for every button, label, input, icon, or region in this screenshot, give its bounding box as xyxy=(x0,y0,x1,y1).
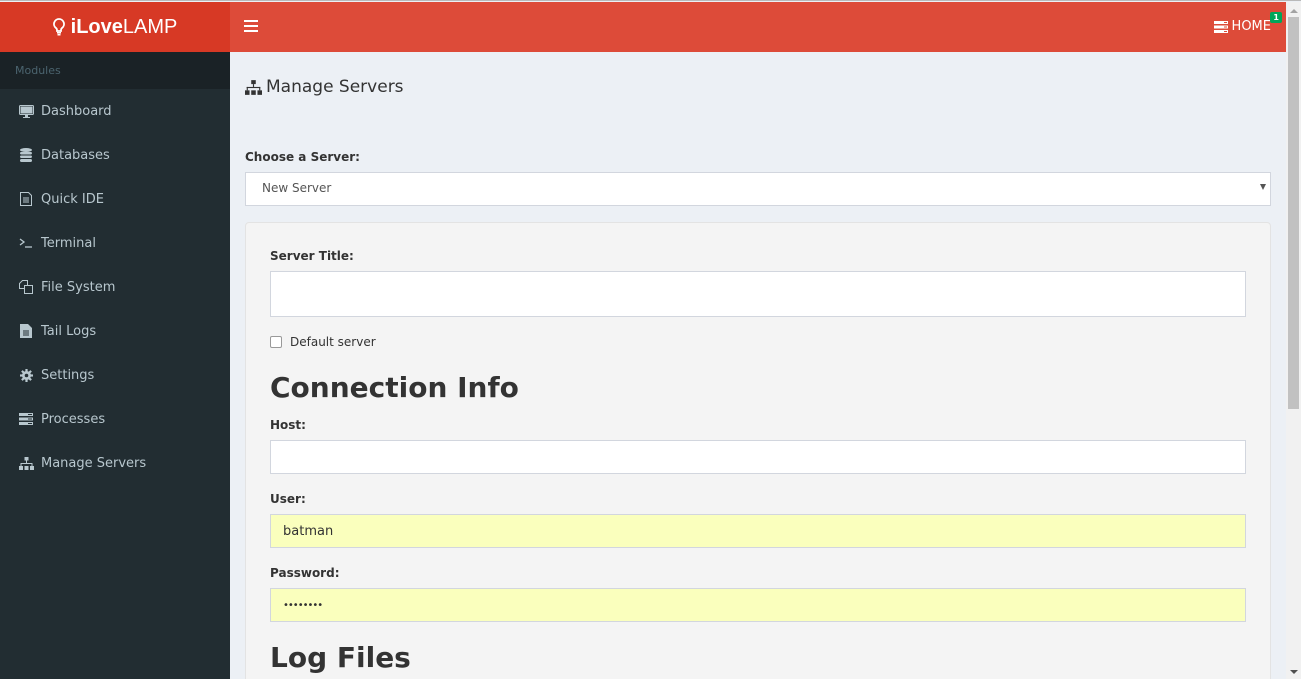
choose-server-label: Choose a Server: xyxy=(245,150,360,164)
home-link[interactable]: HOME xyxy=(1213,19,1271,34)
page-title: Manage Servers xyxy=(245,77,404,97)
sitemap-icon xyxy=(245,79,262,95)
app-logo[interactable]: iLove LAMP xyxy=(0,2,230,52)
sidebar-header: Modules xyxy=(0,52,230,89)
page-scrollbar[interactable] xyxy=(1286,2,1301,679)
sidebar-item-tail-logs[interactable]: Tail Logs xyxy=(0,309,230,353)
file-text-icon xyxy=(18,192,34,206)
sidebar-item-terminal[interactable]: Terminal xyxy=(0,221,230,265)
sidebar-item-label: Dashboard xyxy=(41,103,112,119)
log-files-heading: Log Files xyxy=(270,641,411,674)
server-icon xyxy=(18,412,34,426)
sidebar-item-label: Settings xyxy=(41,367,95,383)
server-select-value: New Server xyxy=(262,181,332,195)
database-icon xyxy=(18,148,34,162)
sidebar-item-manage-servers[interactable]: Manage Servers xyxy=(0,441,230,485)
desktop-icon xyxy=(18,104,34,118)
scroll-down-arrow-icon[interactable] xyxy=(1290,670,1298,674)
connection-info-heading: Connection Info xyxy=(270,371,519,404)
server-select[interactable]: New Server xyxy=(245,172,1271,206)
main-content: Manage Servers Choose a Server: New Serv… xyxy=(230,52,1286,679)
notification-badge: 1 xyxy=(1270,12,1282,23)
sidebar-item-label: File System xyxy=(41,279,116,295)
gear-icon xyxy=(18,368,34,382)
page-title-text: Manage Servers xyxy=(266,77,404,97)
server-title-input[interactable] xyxy=(270,271,1246,317)
sidebar-item-processes[interactable]: Processes xyxy=(0,397,230,441)
sidebar-item-settings[interactable]: Settings xyxy=(0,353,230,397)
scroll-thumb[interactable] xyxy=(1288,17,1299,409)
file-icon xyxy=(18,324,34,338)
default-server-row[interactable]: Default server xyxy=(270,335,376,349)
server-title-label: Server Title: xyxy=(270,249,354,263)
scroll-up-arrow-icon[interactable] xyxy=(1290,9,1298,13)
sidebar-item-label: Manage Servers xyxy=(41,455,147,471)
terminal-icon xyxy=(18,236,34,250)
sidebar-item-dashboard[interactable]: Dashboard xyxy=(0,89,230,133)
chevron-down-icon xyxy=(1260,184,1266,190)
server-form-panel: Server Title: Default server Connection … xyxy=(245,222,1271,679)
server-icon xyxy=(1213,20,1228,33)
host-label: Host: xyxy=(270,418,306,432)
logo-light-text: LAMP xyxy=(122,15,178,38)
sidebar-item-databases[interactable]: Databases xyxy=(0,133,230,177)
lightbulb-icon xyxy=(52,18,65,36)
sidebar-item-label: Databases xyxy=(41,147,110,163)
host-input[interactable] xyxy=(270,440,1246,474)
sidebar-item-label: Processes xyxy=(41,411,106,427)
sidebar-item-quick-ide[interactable]: Quick IDE xyxy=(0,177,230,221)
default-server-label: Default server xyxy=(290,335,376,349)
default-server-checkbox[interactable] xyxy=(270,336,282,348)
logo-bold-text: iLove xyxy=(70,15,123,38)
sidebar-item-label: Quick IDE xyxy=(41,191,104,207)
files-icon xyxy=(18,280,34,294)
password-label: Password: xyxy=(270,566,340,580)
top-navbar: HOME 1 xyxy=(230,2,1286,52)
sidebar-item-label: Terminal xyxy=(41,235,96,251)
sidebar-item-label: Tail Logs xyxy=(41,323,97,339)
user-input[interactable]: batman xyxy=(270,514,1246,548)
hamburger-icon[interactable] xyxy=(244,20,258,34)
home-label: HOME xyxy=(1231,19,1271,34)
user-label: User: xyxy=(270,492,306,506)
sitemap-icon xyxy=(18,456,34,470)
sidebar: Modules Dashboard Databases Quick IDE Te… xyxy=(0,52,230,679)
password-input[interactable]: •••••••• xyxy=(270,588,1246,622)
sidebar-item-file-system[interactable]: File System xyxy=(0,265,230,309)
